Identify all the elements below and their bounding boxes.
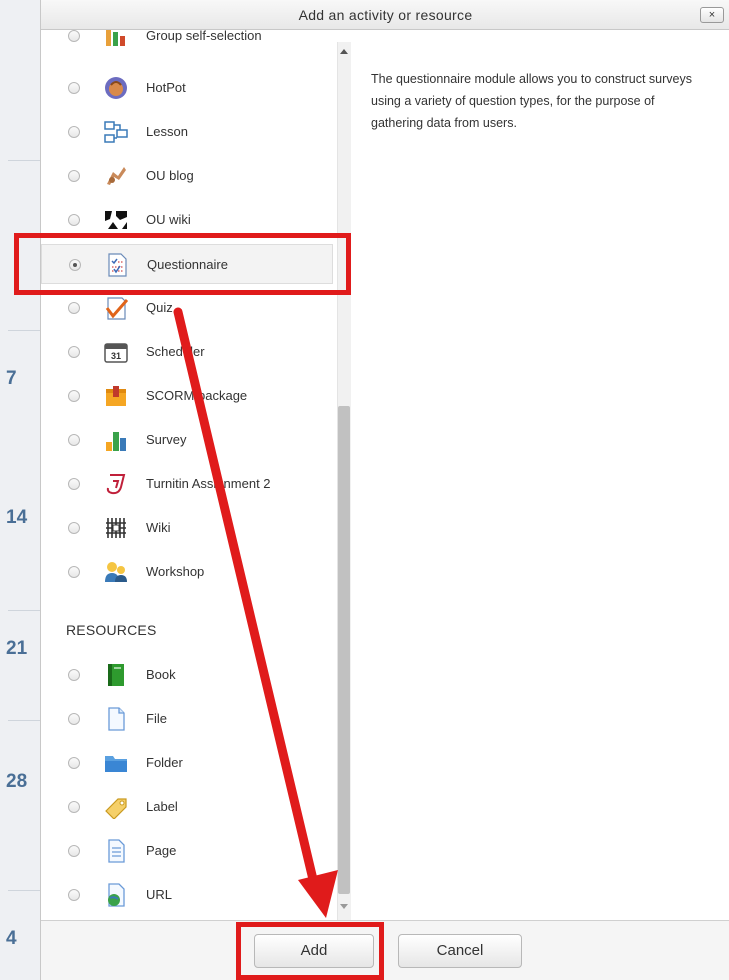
calendar-icon: 31 <box>104 343 128 363</box>
radio-button[interactable] <box>68 434 80 446</box>
tag-icon <box>105 798 127 819</box>
option-label: Label <box>146 799 178 814</box>
option-label: Lesson <box>146 124 188 139</box>
option-scheduler[interactable]: 31 Scheduler <box>41 332 333 372</box>
divider <box>8 160 40 161</box>
highlight-questionnaire-box <box>14 233 351 295</box>
option-label: Page <box>146 843 177 858</box>
option-folder[interactable]: Folder <box>41 743 333 783</box>
options-list: Group self-selection HotPot Lesson OU bl… <box>41 30 351 920</box>
quiz-icon <box>105 297 128 320</box>
option-label: Quiz <box>146 300 173 315</box>
radio-button[interactable] <box>68 478 80 490</box>
week-number: 14 <box>6 507 28 528</box>
file-icon <box>108 707 125 731</box>
radio-button[interactable] <box>68 214 80 226</box>
option-label: URL <box>146 887 173 902</box>
folder-icon <box>105 756 127 772</box>
option-lesson[interactable]: Lesson <box>41 112 333 152</box>
option-label: Group self-selection <box>146 30 262 43</box>
option-group-self-selection[interactable]: Group self-selection <box>41 30 333 56</box>
option-label: Scheduler <box>146 344 205 359</box>
option-page[interactable]: Page <box>41 831 333 871</box>
option-wiki[interactable]: Wiki <box>41 508 333 548</box>
scroll-up-arrow-icon[interactable] <box>337 44 351 58</box>
option-label: OU blog <box>146 168 194 183</box>
cancel-button[interactable]: Cancel <box>398 934 522 968</box>
close-button[interactable]: × <box>700 7 724 23</box>
option-workshop[interactable]: Workshop <box>41 552 333 592</box>
week-number: 21 <box>6 638 28 659</box>
option-ou-blog[interactable]: OU blog <box>41 156 333 196</box>
module-description: The questionnaire module allows you to c… <box>371 72 692 130</box>
radio-button[interactable] <box>68 713 80 725</box>
radio-button[interactable] <box>68 30 80 42</box>
divider <box>8 330 40 331</box>
divider <box>8 610 40 611</box>
divider <box>8 720 40 721</box>
week-number: 28 <box>6 771 28 792</box>
hotpot-icon <box>105 77 127 99</box>
option-file[interactable]: File <box>41 699 333 739</box>
option-label: HotPot <box>146 80 186 95</box>
group-selection-icon <box>106 30 125 46</box>
bar-chart-icon <box>106 432 126 451</box>
option-url[interactable]: URL <box>41 875 333 915</box>
divider <box>8 890 40 891</box>
background-course-calendar: 7 14 21 28 4 <box>0 0 40 980</box>
radio-button[interactable] <box>68 126 80 138</box>
wiki-icon <box>106 518 126 538</box>
book-icon <box>108 664 124 686</box>
option-label: Turnitin Assignment 2 <box>146 476 271 491</box>
radio-button[interactable] <box>68 801 80 813</box>
scrollbar-thumb[interactable] <box>338 406 350 894</box>
radio-button[interactable] <box>68 522 80 534</box>
radio-button[interactable] <box>68 346 80 358</box>
option-scorm-package[interactable]: SCORM package <box>41 376 333 416</box>
option-label: SCORM package <box>146 388 248 403</box>
option-label: OU wiki <box>146 212 191 227</box>
page-icon <box>108 839 125 863</box>
turnitin-icon <box>106 474 126 495</box>
radio-button[interactable] <box>68 302 80 314</box>
option-label: Workshop <box>146 564 205 579</box>
workshop-icon <box>105 562 127 582</box>
radio-button[interactable] <box>68 566 80 578</box>
week-number: 7 <box>6 368 17 389</box>
option-label: File <box>146 711 167 726</box>
dialog-title: Add an activity or resource <box>41 0 729 30</box>
radio-button[interactable] <box>68 390 80 402</box>
option-label: Wiki <box>146 520 171 535</box>
ou-wiki-icon <box>105 211 127 229</box>
option-label-resource[interactable]: Label <box>41 787 333 827</box>
option-label: Folder <box>146 755 183 770</box>
resources-heading: RESOURCES <box>66 622 157 638</box>
option-label: Survey <box>146 432 187 447</box>
radio-button[interactable] <box>68 669 80 681</box>
radio-button[interactable] <box>68 82 80 94</box>
lesson-icon <box>104 121 128 143</box>
option-hotpot[interactable]: HotPot <box>41 68 333 108</box>
option-label: Book <box>146 667 176 682</box>
option-turnitin-assignment-2[interactable]: Turnitin Assignment 2 <box>41 464 333 504</box>
add-activity-dialog: Add an activity or resource × Group self… <box>40 0 729 980</box>
week-number: 4 <box>6 928 17 949</box>
svg-text:31: 31 <box>111 351 121 361</box>
radio-button[interactable] <box>68 889 80 901</box>
scorm-package-icon <box>106 386 126 406</box>
scroll-down-arrow-icon[interactable] <box>337 900 351 914</box>
globe-page-icon <box>108 883 125 907</box>
radio-button[interactable] <box>68 170 80 182</box>
radio-button[interactable] <box>68 845 80 857</box>
ou-blog-icon <box>107 167 126 185</box>
option-survey[interactable]: Survey <box>41 420 333 460</box>
dialog-footer: Add Cancel <box>41 920 729 980</box>
option-book[interactable]: Book <box>41 655 333 695</box>
highlight-add-button-box <box>236 922 384 980</box>
radio-button[interactable] <box>68 757 80 769</box>
